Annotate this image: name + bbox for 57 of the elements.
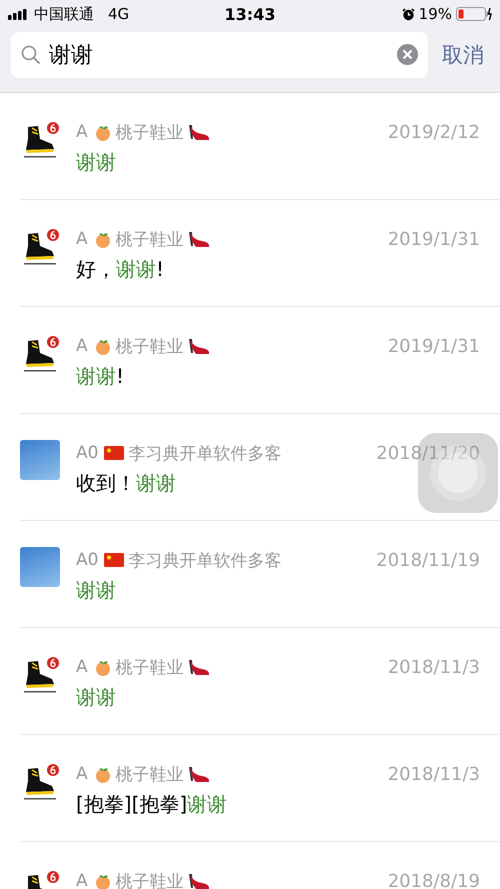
sender-prefix: A0 xyxy=(76,443,98,463)
sender-prefix: A xyxy=(76,229,88,249)
carrier-name: 中国联通 xyxy=(34,4,94,24)
message-date: 2018/11/3 xyxy=(388,656,480,678)
high-heel-icon xyxy=(188,337,210,355)
message-text: 谢谢 xyxy=(76,577,117,604)
sender-name: 李习典开单软件多客 xyxy=(128,442,282,464)
high-heel-icon xyxy=(188,765,210,783)
message-date: 2018/11/3 xyxy=(388,764,480,784)
clear-icon[interactable] xyxy=(397,44,418,65)
search-field[interactable]: 谢谢 xyxy=(11,32,428,78)
alarm-clock-icon xyxy=(402,8,415,20)
battery-icon xyxy=(456,7,492,21)
sender-name: 桃子鞋业 xyxy=(116,122,184,144)
high-heel-icon xyxy=(188,872,210,889)
flag-icon xyxy=(104,553,124,567)
message-text: 谢谢 xyxy=(76,149,117,176)
message-date: 2019/2/12 xyxy=(388,122,480,142)
battery-percent: 19% xyxy=(418,5,452,23)
sender-prefix: A xyxy=(76,122,88,142)
high-heel-icon xyxy=(188,658,210,676)
high-heel-icon xyxy=(188,230,210,248)
sender-prefix: A0 xyxy=(76,550,98,570)
message-text: 收到！谢谢 xyxy=(76,470,177,497)
sky-photo-placeholder xyxy=(20,440,60,480)
message-text: 谢谢 xyxy=(76,684,117,711)
sender-prefix: A xyxy=(76,764,88,784)
sender-prefix: A xyxy=(76,871,88,889)
message-text: 谢谢! xyxy=(76,363,126,390)
message-date: 2018/8/19 xyxy=(388,870,480,889)
cancel-button[interactable]: 取消 xyxy=(438,41,488,69)
sender-prefix: A xyxy=(76,336,88,356)
sender-name: 李习典开单软件多客 xyxy=(128,550,282,572)
message-date: 2018/11/19 xyxy=(376,550,480,570)
flag-icon xyxy=(104,446,124,460)
peach-icon xyxy=(94,658,112,676)
peach-icon xyxy=(94,230,112,248)
message-text: 好，谢谢! xyxy=(76,256,166,283)
peach-icon xyxy=(94,124,112,140)
high-heel-icon xyxy=(188,123,210,141)
sender-name: 桃子鞋业 xyxy=(116,870,184,889)
peach-icon xyxy=(94,872,112,889)
message-date: 2019/1/31 xyxy=(388,228,480,250)
sender-name: 桃子鞋业 xyxy=(116,656,184,678)
sender-prefix: A xyxy=(76,657,88,677)
message-date: 2019/1/31 xyxy=(388,336,480,356)
peach-icon xyxy=(94,766,112,782)
message-date: 2018/11/20 xyxy=(376,442,480,464)
search-icon xyxy=(21,45,41,65)
sky-photo-placeholder xyxy=(20,547,60,587)
sender-name: 桃子鞋业 xyxy=(116,764,184,786)
clock-time: 13:43 xyxy=(224,4,276,24)
peach-icon xyxy=(94,338,112,354)
sender-name: 桃子鞋业 xyxy=(116,228,184,250)
sender-name: 桃子鞋业 xyxy=(116,336,184,358)
network-type: 4G xyxy=(108,5,130,23)
message-text: [抱拳][抱拳]谢谢 xyxy=(76,791,228,818)
